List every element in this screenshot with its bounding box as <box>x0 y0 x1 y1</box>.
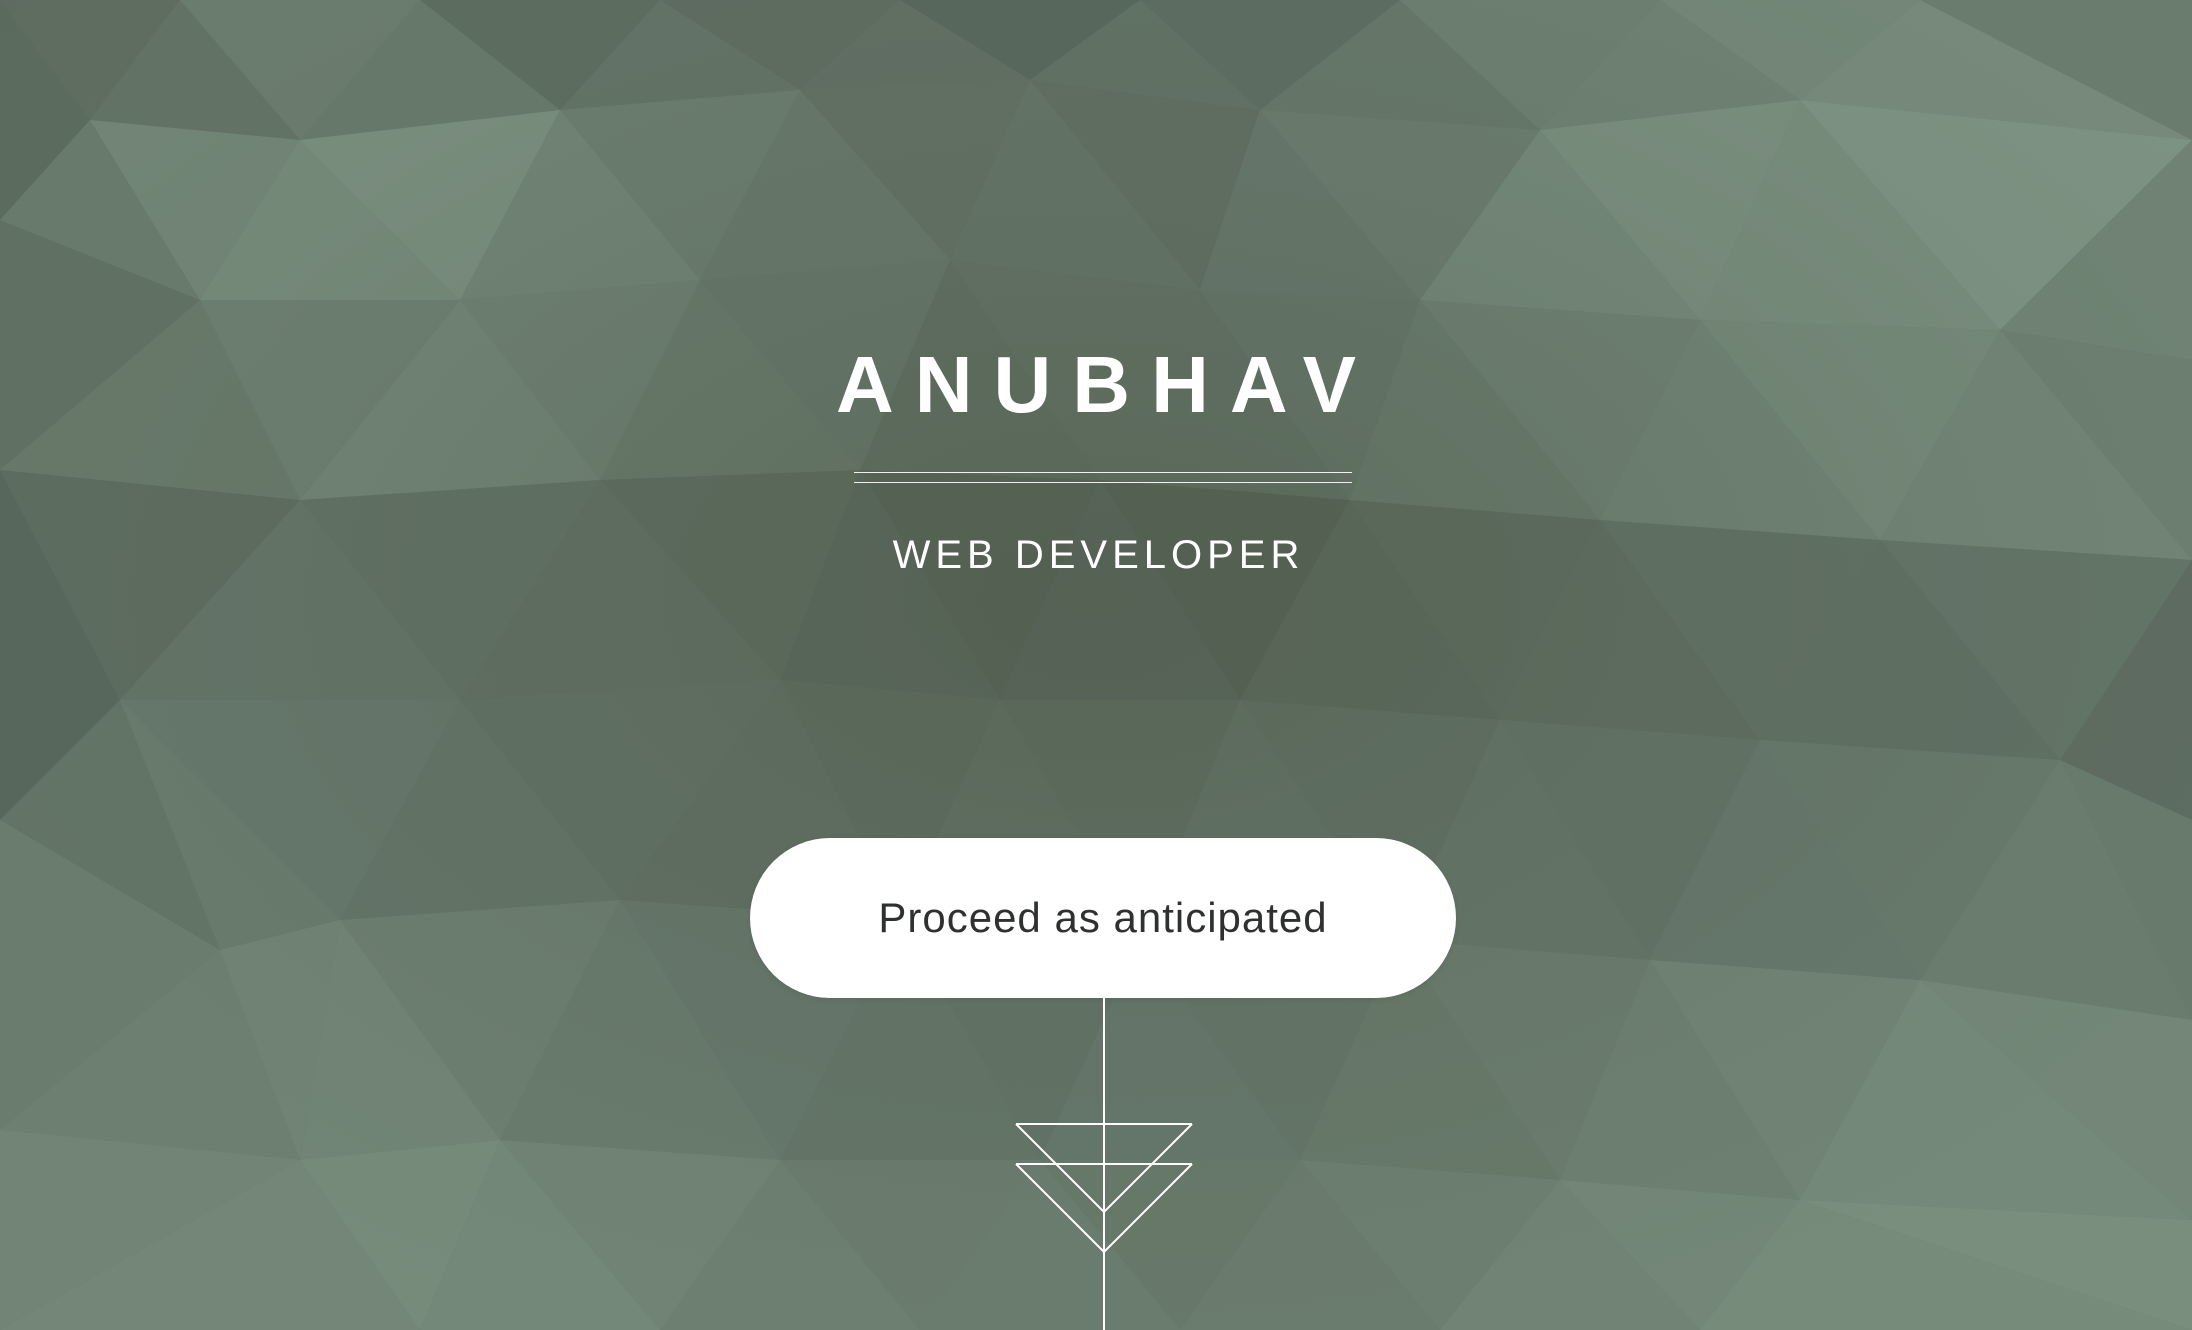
proceed-button[interactable]: Proceed as anticipated <box>750 838 1456 998</box>
hero-section: ANUBHAV WEB DEVELOPER Proceed as anticip… <box>0 0 2192 1330</box>
title-divider-bottom <box>854 482 1352 483</box>
site-title: ANUBHAV <box>835 340 1378 429</box>
title-divider-top <box>854 472 1352 473</box>
subtitle-role: WEB DEVELOPER <box>892 533 1305 577</box>
down-chevron-arrow-icon[interactable] <box>1004 998 1204 1330</box>
